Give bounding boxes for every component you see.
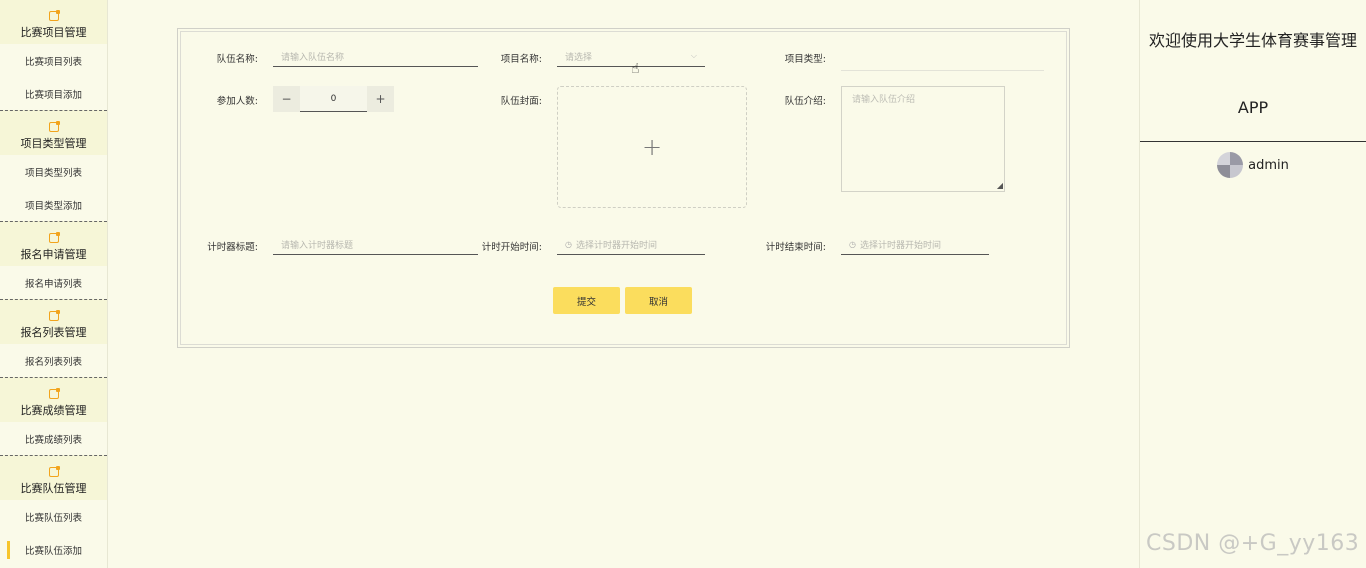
sidebar-item-type-list[interactable]: 项目类型列表 [0,155,107,188]
edit-icon [48,121,60,132]
timer-title-label: 计时器标题: [207,242,258,253]
project-name-select-value: 请选择 [565,53,593,63]
sidebar-item-project-add[interactable]: 比赛项目添加 [0,77,107,110]
edit-icon [48,10,60,21]
decrement-button[interactable]: − [273,86,300,112]
project-type-label: 项目类型: [784,54,826,65]
edit-icon [48,310,60,321]
clock-icon: ◷ [849,240,856,249]
resize-handle-icon[interactable]: ◢ [997,181,1003,190]
sidebar-group-apply[interactable]: 报名申请管理 [0,221,107,266]
sidebar-group-title: 比赛项目管理 [20,26,87,39]
cover-label: 队伍封面: [500,96,542,107]
sidebar-group-project[interactable]: 比赛项目管理 [0,0,107,44]
welcome-title: 欢迎使用大学生体育赛事管理 [1148,31,1357,50]
submit-button[interactable]: 提交 [553,287,620,314]
sidebar-group-score[interactable]: 比赛成绩管理 [0,377,107,422]
chevron-down-icon: ⌵ [690,51,697,60]
user-info[interactable]: admin [1140,152,1366,178]
avatar[interactable] [1217,152,1244,178]
participants-value[interactable]: 0 [300,86,367,111]
sidebar-item-team-add[interactable]: 比赛队伍添加 [0,533,107,566]
sidebar-group-title: 比赛成绩管理 [20,404,87,417]
watermark: CSDN @+G_yy163 [1146,531,1360,556]
plus-icon: + [641,133,663,161]
sidebar: 比赛项目管理 比赛项目列表 比赛项目添加 项目类型管理 项目类型列表 项目类型添… [0,0,108,568]
cancel-button[interactable]: 取消 [625,287,692,314]
sidebar-group-project-type[interactable]: 项目类型管理 [0,110,107,155]
welcome-subtitle: APP [1237,98,1269,117]
edit-icon [48,466,60,477]
intro-placeholder: 请输入队伍介绍 [852,95,916,105]
sidebar-item-apply-list[interactable]: 报名申请列表 [0,266,107,299]
increment-button[interactable]: + [367,86,394,112]
edit-icon [48,232,60,243]
sidebar-group-title: 报名申请管理 [20,248,87,261]
cover-upload[interactable]: + [557,86,747,208]
timer-start-picker[interactable]: ◷ 选择计时器开始时间 [557,235,705,255]
sidebar-group-title: 报名列表管理 [20,326,87,339]
sidebar-item-team-list[interactable]: 比赛队伍列表 [0,500,107,533]
edit-icon [48,388,60,399]
project-type-field [841,51,1044,71]
sidebar-item-project-list[interactable]: 比赛项目列表 [0,44,107,77]
participants-label: 参加人数: [216,96,258,107]
sidebar-item-signup-list[interactable]: 报名列表列表 [0,344,107,377]
participants-stepper: − 0 + [273,86,394,112]
project-name-label: 项目名称: [500,54,542,65]
intro-label: 队伍介绍: [784,96,826,107]
sidebar-item-type-add[interactable]: 项目类型添加 [0,188,107,221]
timer-start-placeholder: 选择计时器开始时间 [575,241,657,251]
welcome-banner: 欢迎使用大学生体育赛事管理 APP [1140,0,1366,142]
timer-title-input[interactable]: 请输入计时器标题 [273,235,478,255]
timer-end-placeholder: 选择计时器开始时间 [859,241,941,251]
right-panel: 欢迎使用大学生体育赛事管理 APP admin [1139,0,1366,568]
sidebar-group-signup[interactable]: 报名列表管理 [0,299,107,344]
team-name-input[interactable]: 请输入队伍名称 [273,47,478,67]
timer-end-picker[interactable]: ◷ 选择计时器开始时间 [841,235,989,255]
clock-icon: ◷ [565,240,572,249]
sidebar-item-score-list[interactable]: 比赛成绩列表 [0,422,107,455]
pointer-cursor-icon: ☝ [631,61,640,77]
sidebar-group-title: 项目类型管理 [20,137,87,150]
sidebar-group-team[interactable]: 比赛队伍管理 [0,455,107,500]
intro-textarea[interactable]: 请输入队伍介绍 ◢ [841,86,1005,192]
timer-start-label: 计时开始时间: [481,242,542,253]
team-name-label: 队伍名称: [216,54,258,65]
timer-end-label: 计时结束时间: [765,242,826,253]
sidebar-group-title: 比赛队伍管理 [20,482,87,495]
username[interactable]: admin [1248,158,1289,173]
